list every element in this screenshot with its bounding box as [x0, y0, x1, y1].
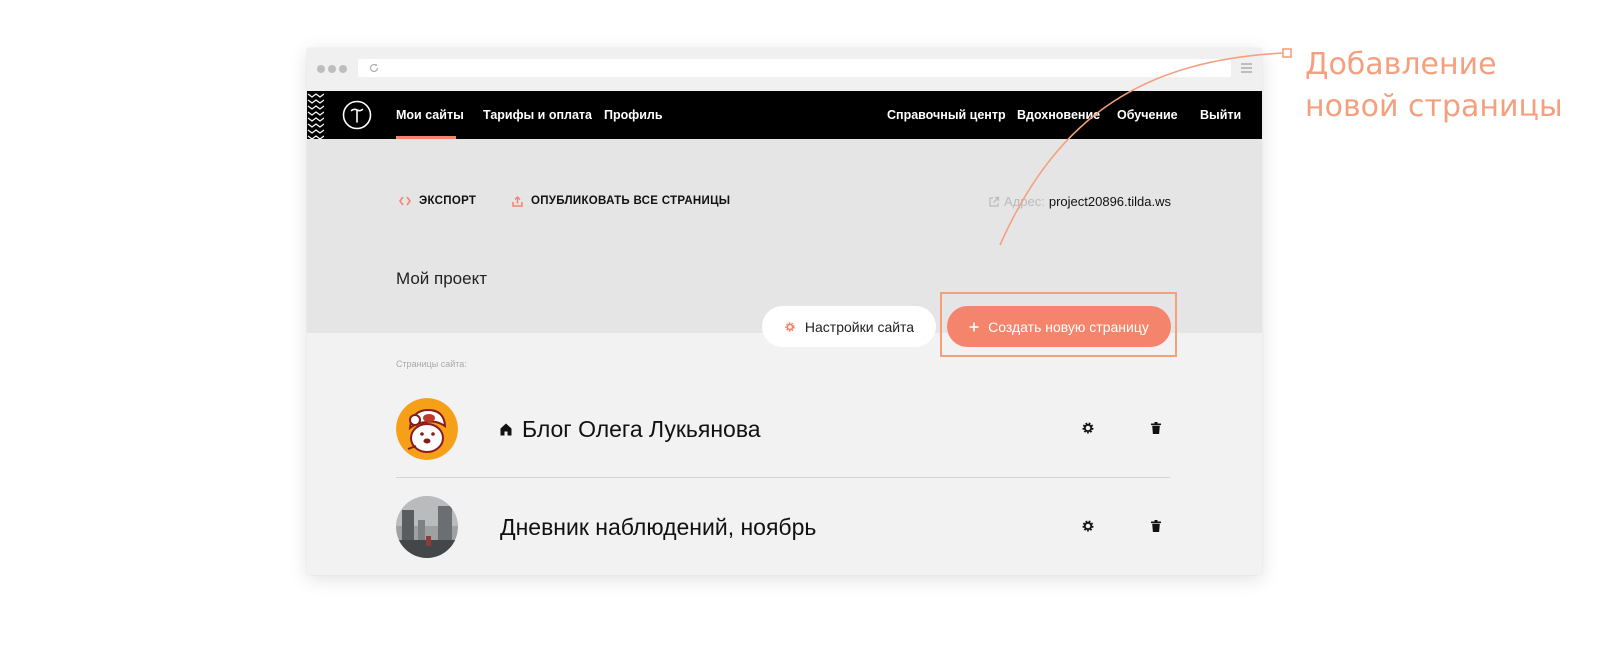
external-link-icon — [989, 196, 1000, 207]
street-photo — [396, 496, 458, 558]
nav-tariffs[interactable]: Тарифы и оплата — [483, 107, 592, 123]
top-navbar: Мои сайты Тарифы и оплата Профиль Справо… — [307, 91, 1262, 139]
address-bar[interactable] — [358, 59, 1231, 77]
upload-icon — [512, 195, 523, 207]
plus-icon — [969, 322, 979, 331]
zigzag-pattern — [307, 91, 324, 139]
page-title[interactable]: Блог Олега Лукьянова — [500, 416, 761, 443]
annotation-line-1: Добавление — [1305, 47, 1497, 82]
bear-avatar — [396, 398, 458, 460]
gear-icon — [785, 321, 795, 332]
browser-window: Мои сайты Тарифы и оплата Профиль Справо… — [307, 48, 1262, 575]
page-settings-gear-icon[interactable] — [1082, 520, 1094, 532]
nav-my-sites[interactable]: Мои сайты — [396, 107, 464, 123]
project-header: ЭКСПОРТ ОПУБЛИКОВАТЬ ВСЕ СТРАНИЦЫ Адрес:… — [307, 139, 1262, 357]
page-row[interactable]: Блог Олега Лукьянова — [396, 380, 1170, 470]
tilda-logo[interactable] — [342, 100, 372, 130]
nav-help-center[interactable]: Справочный центр — [887, 107, 1006, 123]
window-dot[interactable] — [339, 65, 347, 73]
project-title: Мой проект — [396, 269, 488, 288]
annotation-line-2: новой страницы — [1305, 89, 1563, 124]
code-icon — [399, 196, 411, 206]
page-thumbnail[interactable] — [396, 496, 458, 558]
delete-trash-icon[interactable] — [1151, 422, 1161, 434]
create-page-button[interactable]: Создать новую страницу — [947, 306, 1171, 347]
nav-inspiration[interactable]: Вдохновение — [1017, 107, 1100, 123]
publish-all-link[interactable]: ОПУБЛИКОВАТЬ ВСЕ СТРАНИЦЫ — [512, 195, 730, 207]
window-controls[interactable] — [317, 65, 347, 73]
pages-section-label: Страницы сайта: — [396, 359, 467, 369]
address-label: Адрес: — [1004, 194, 1045, 209]
address-value[interactable]: project20896.tilda.ws — [1049, 194, 1171, 209]
page-title[interactable]: Дневник наблюдений, ноябрь — [500, 514, 816, 541]
window-dot[interactable] — [317, 65, 325, 73]
annotation-callout: Добавление новой страницы — [1305, 44, 1563, 128]
nav-education[interactable]: Обучение — [1117, 107, 1178, 123]
home-icon — [500, 423, 512, 436]
publish-all-label: ОПУБЛИКОВАТЬ ВСЕ СТРАНИЦЫ — [531, 195, 731, 207]
site-settings-button[interactable]: Настройки сайта — [762, 306, 936, 347]
create-page-label: Создать новую страницу — [988, 318, 1149, 335]
window-dot[interactable] — [328, 65, 336, 73]
page-thumbnail[interactable] — [396, 398, 458, 460]
hamburger-icon[interactable] — [1241, 63, 1252, 73]
page-title-text: Дневник наблюдений, ноябрь — [500, 514, 817, 540]
browser-chrome — [307, 48, 1262, 91]
site-settings-label: Настройки сайта — [804, 318, 915, 335]
delete-trash-icon[interactable] — [1151, 520, 1161, 532]
page-settings-gear-icon[interactable] — [1082, 422, 1094, 434]
nav-profile[interactable]: Профиль — [604, 107, 663, 123]
page-title-text: Блог Олега Лукьянова — [522, 416, 761, 442]
site-address[interactable]: Адрес: project20896.tilda.ws — [988, 194, 1171, 209]
reload-icon[interactable] — [368, 62, 380, 74]
nav-logout[interactable]: Выйти — [1200, 107, 1241, 123]
export-label: ЭКСПОРТ — [419, 195, 477, 207]
export-link[interactable]: ЭКСПОРТ — [399, 195, 476, 207]
page-row[interactable]: Дневник наблюдений, ноябрь — [396, 478, 1170, 568]
